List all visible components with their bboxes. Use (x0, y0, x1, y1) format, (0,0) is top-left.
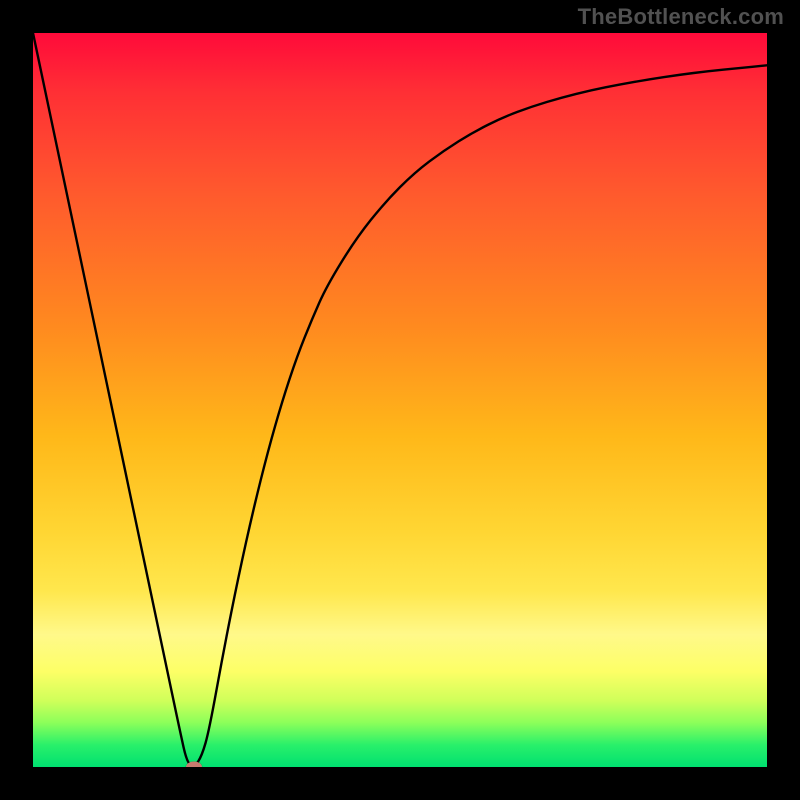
watermark-text: TheBottleneck.com (578, 4, 784, 30)
chart-frame: TheBottleneck.com (0, 0, 800, 800)
optimal-point-marker (186, 762, 202, 768)
bottleneck-curve (33, 33, 767, 767)
plot-area (33, 33, 767, 767)
